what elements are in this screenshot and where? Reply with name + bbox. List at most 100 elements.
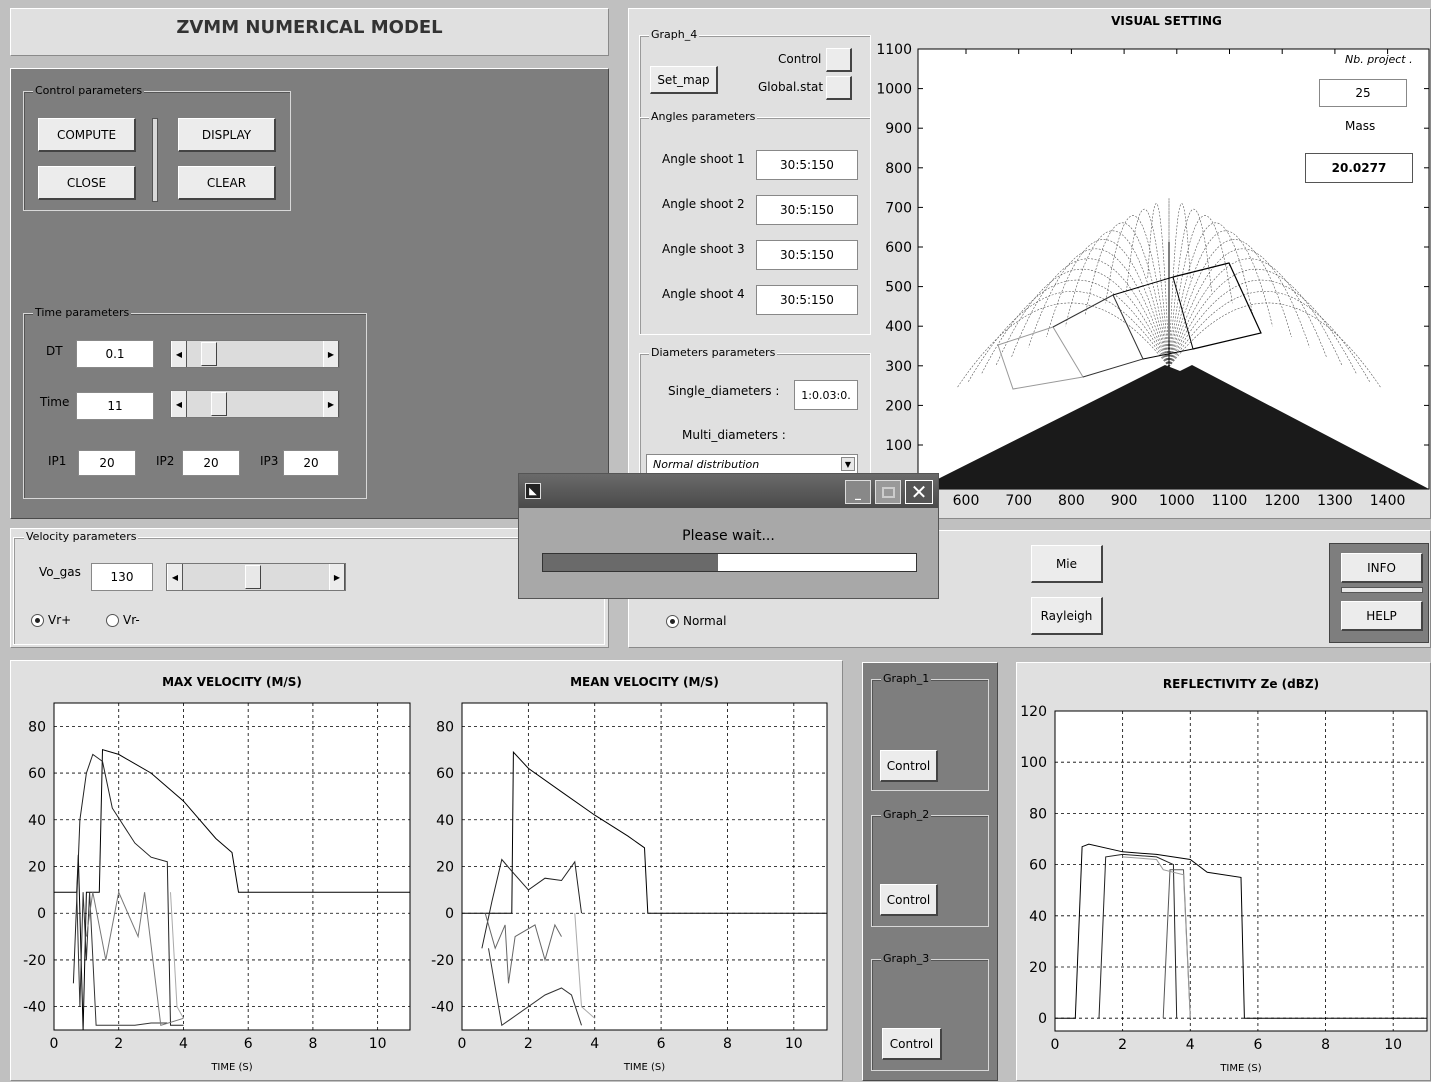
angle-shoot-4-field[interactable]: 30:5:150 — [756, 285, 858, 315]
mass-label: Mass — [1345, 119, 1376, 133]
slider-left-arrow-icon[interactable]: ◀ — [167, 564, 183, 590]
x-tick-label: 4 — [590, 1036, 599, 1052]
left-main-panel: Control parameters COMPUTE CLOSE DISPLAY… — [10, 68, 609, 519]
y-tick-label: 20 — [436, 860, 454, 876]
x-tick-label: 0 — [458, 1036, 467, 1052]
slider-right-arrow-icon[interactable]: ▶ — [323, 391, 339, 417]
y-tick-label: 80 — [1029, 806, 1047, 822]
time-field[interactable]: 11 — [76, 392, 154, 420]
slider-left-arrow-icon[interactable]: ◀ — [171, 341, 187, 367]
x-tick-label: 10 — [785, 1036, 803, 1052]
angles-title: Angles parameters — [649, 110, 758, 124]
control-toggle[interactable] — [826, 48, 852, 72]
progress-fill — [543, 554, 719, 571]
y-tick-label: -20 — [23, 953, 46, 969]
y-tick-label: 60 — [28, 766, 46, 782]
slider-thumb[interactable] — [211, 392, 227, 416]
graph1-group: Graph_1 Control — [871, 672, 989, 791]
x-tick-label: 8 — [308, 1036, 317, 1052]
info-button[interactable]: INFO — [1341, 553, 1423, 583]
ip3-field[interactable]: 20 — [283, 450, 339, 476]
dt-slider[interactable]: ◀ ▶ — [170, 340, 340, 368]
slider-thumb[interactable] — [245, 565, 262, 589]
control-parameters-title: Control parameters — [33, 84, 145, 98]
slider-right-arrow-icon[interactable]: ▶ — [323, 341, 339, 367]
single-diameters-label: Single_diameters : — [668, 384, 780, 398]
x-tick-label: 4 — [179, 1036, 188, 1052]
nb-project-field[interactable]: 25 — [1319, 79, 1407, 107]
x-tick-label: 800 — [1058, 493, 1085, 509]
y-tick-label: 1100 — [876, 42, 912, 58]
single-diameters-field[interactable]: 1:0.03:0. — [794, 380, 858, 410]
slider-right-arrow-icon[interactable]: ▶ — [329, 564, 345, 590]
normal-radio[interactable] — [666, 615, 679, 628]
graph3-title: Graph_3 — [881, 952, 932, 966]
clear-button[interactable]: CLEAR — [178, 166, 276, 200]
angle-shoot-3-label: Angle shoot 3 — [662, 242, 745, 256]
vr-minus-radio[interactable] — [106, 614, 119, 627]
time-slider[interactable]: ◀ ▶ — [170, 390, 340, 418]
x-axis-label: TIME (S) — [210, 1062, 252, 1073]
nb-project-label: Nb. project . — [1345, 53, 1413, 66]
close-button[interactable]: CLOSE — [38, 166, 136, 200]
graph2-control-button[interactable]: Control — [880, 884, 938, 916]
rayleigh-button[interactable]: Rayleigh — [1031, 597, 1103, 635]
y-tick-label: 80 — [436, 719, 454, 735]
set-map-button[interactable]: Set_map — [650, 66, 718, 94]
y-tick-label: 20 — [1029, 960, 1047, 976]
ip1-field[interactable]: 20 — [78, 450, 136, 476]
x-tick-label: 0 — [50, 1036, 59, 1052]
please-wait-dialog: ◣ _ ✕ Please wait... — [518, 473, 939, 599]
x-tick-label: 6 — [244, 1036, 253, 1052]
y-tick-label: 80 — [28, 719, 46, 735]
vo-gas-label: Vo_gas — [39, 565, 81, 579]
plot-area — [1054, 710, 1428, 1032]
normal-label: Normal — [683, 614, 727, 628]
y-tick-label: -40 — [431, 1000, 454, 1016]
ip2-label: IP2 — [156, 454, 175, 468]
compute-button[interactable]: COMPUTE — [38, 118, 136, 152]
x-axis-label: TIME (S) — [1219, 1063, 1261, 1074]
graph2-title: Graph_2 — [881, 808, 932, 822]
x-tick-label: 1400 — [1370, 493, 1406, 509]
multi-diameters-label: Multi_diameters : — [682, 428, 786, 442]
vo-gas-slider[interactable]: ◀ ▶ — [166, 563, 346, 591]
x-tick-label: 900 — [1111, 493, 1138, 509]
dt-label: DT — [46, 344, 63, 358]
graph1-control-button[interactable]: Control — [880, 750, 938, 782]
vo-gas-field[interactable]: 130 — [91, 563, 153, 591]
close-icon[interactable]: ✕ — [905, 480, 933, 504]
help-button[interactable]: HELP — [1341, 601, 1423, 631]
time-parameters-group: Time parameters DT 0.1 ◀ ▶ Time 11 ◀ ▶ I… — [23, 306, 367, 499]
velocity-parameters-title: Velocity parameters — [24, 530, 139, 544]
angle-shoot-2-field[interactable]: 30:5:150 — [756, 195, 858, 225]
multi-diameters-select[interactable]: Normal distribution ▼ — [646, 454, 858, 474]
angle-shoot-3-field[interactable]: 30:5:150 — [756, 240, 858, 270]
app-icon: ◣ — [525, 483, 541, 499]
ip2-field[interactable]: 20 — [182, 450, 240, 476]
display-button[interactable]: DISPLAY — [178, 118, 276, 152]
slider-thumb[interactable] — [201, 342, 218, 366]
slider-left-arrow-icon[interactable]: ◀ — [171, 391, 187, 417]
mie-button[interactable]: Mie — [1031, 545, 1103, 583]
dt-field[interactable]: 0.1 — [76, 340, 154, 368]
angle-shoot-1-field[interactable]: 30:5:150 — [756, 150, 858, 180]
maximize-icon[interactable] — [875, 480, 901, 504]
y-tick-label: -40 — [23, 1000, 46, 1016]
vr-plus-radio[interactable] — [31, 614, 44, 627]
graph4-title: Graph_4 — [649, 28, 700, 42]
x-axis-label: TIME (S) — [623, 1062, 665, 1073]
global-stat-toggle[interactable] — [826, 76, 852, 100]
visual-plot: 1100 1000 900 800 700 600 500 400 300 200 100 600 7… — [876, 42, 1430, 509]
diameters-group: Diameters parameters Single_diameters : … — [639, 346, 871, 483]
graph3-control-button[interactable]: Control — [882, 1028, 942, 1060]
chevron-down-icon[interactable]: ▼ — [841, 457, 855, 471]
angle-shoot-4-label: Angle shoot 4 — [662, 287, 745, 301]
x-tick-label: 10 — [369, 1036, 387, 1052]
y-tick-label: 60 — [436, 766, 454, 782]
minimize-icon[interactable]: _ — [845, 480, 871, 504]
y-tick-label: 20 — [28, 860, 46, 876]
x-tick-label: 2 — [114, 1036, 123, 1052]
angle-shoot-2-label: Angle shoot 2 — [662, 197, 745, 211]
time-parameters-title: Time parameters — [33, 306, 132, 320]
